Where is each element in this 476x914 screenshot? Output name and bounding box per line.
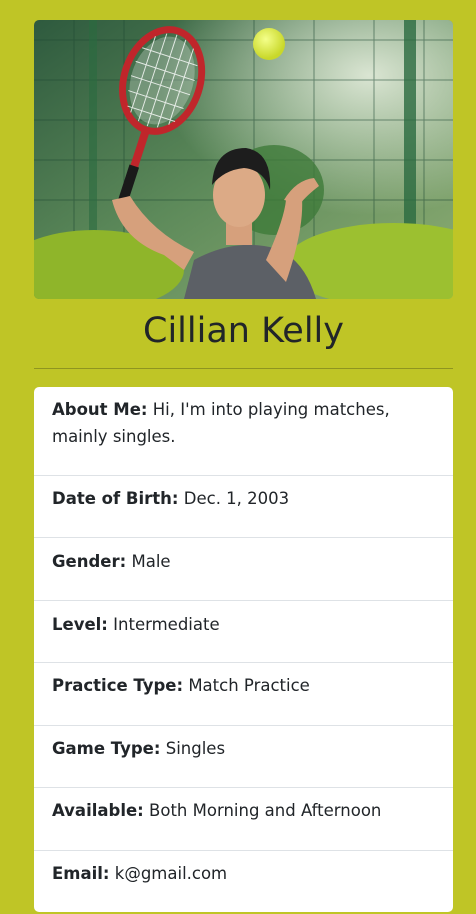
gender-value: Male <box>131 552 171 571</box>
profile-photo <box>34 20 453 299</box>
game-type-label: Game Type: <box>52 739 161 758</box>
profile-page: Cillian Kelly About Me: Hi, I'm into pla… <box>0 0 476 914</box>
divider <box>34 368 453 369</box>
date-of-birth-row: Date of Birth: Dec. 1, 2003 <box>34 475 453 537</box>
level-label: Level: <box>52 615 108 634</box>
gender-row: Gender: Male <box>34 537 453 600</box>
profile-name: Cillian Kelly <box>143 311 344 351</box>
level-value: Intermediate <box>113 615 220 634</box>
available-label: Available: <box>52 801 144 820</box>
about-me-label: About Me: <box>52 400 148 419</box>
practice-type-label: Practice Type: <box>52 676 184 695</box>
practice-type-value: Match Practice <box>188 676 310 695</box>
email-row: Email: k@gmail.com <box>34 850 453 912</box>
gender-label: Gender: <box>52 552 127 571</box>
email-label: Email: <box>52 864 110 883</box>
available-value: Both Morning and Afternoon <box>149 801 382 820</box>
available-row: Available: Both Morning and Afternoon <box>34 787 453 850</box>
game-type-value: Singles <box>165 739 226 758</box>
level-row: Level: Intermediate <box>34 600 453 662</box>
about-me-row: About Me: Hi, I'm into playing matches, … <box>34 396 453 450</box>
game-type-row: Game Type: Singles <box>34 725 453 787</box>
date-of-birth-label: Date of Birth: <box>52 489 179 508</box>
date-of-birth-value: Dec. 1, 2003 <box>183 489 290 508</box>
profile-details-card: About Me: Hi, I'm into playing matches, … <box>34 387 453 912</box>
email-value: k@gmail.com <box>114 864 228 883</box>
practice-type-row: Practice Type: Match Practice <box>34 662 453 725</box>
